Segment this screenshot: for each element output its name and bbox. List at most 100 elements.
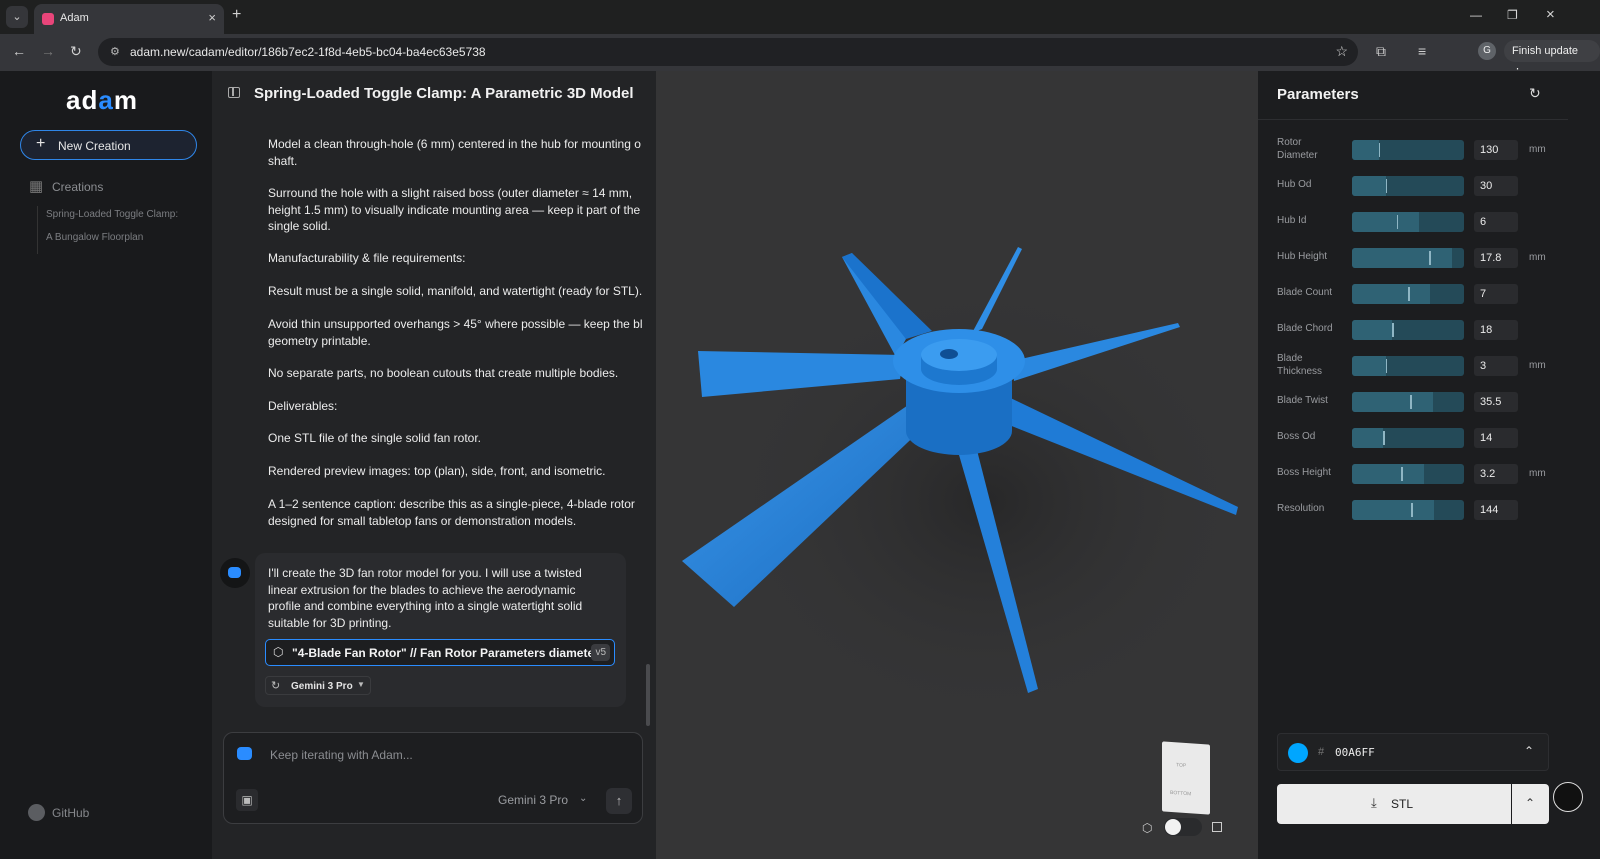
parameter-slider[interactable] [1352,212,1464,232]
creation-item[interactable]: Spring-Loaded Toggle Clamp: [46,209,178,220]
parameter-value-input[interactable]: 18 [1474,320,1518,340]
parameter-slider[interactable] [1352,464,1464,484]
code-version-chip[interactable]: ⬡ "4-Blade Fan Rotor" // Fan Rotor Param… [265,639,615,666]
parameter-row: Blade Count 7 [1258,278,1568,308]
parameter-slider[interactable] [1352,500,1464,520]
chevron-up-icon[interactable]: ⌃ [1524,744,1534,758]
tab-search-dropdown[interactable]: ⌄ [6,6,28,28]
refresh-icon: ↻ [271,680,281,692]
site-info-icon[interactable]: ⚙ [110,45,120,58]
parameter-value-input[interactable]: 14 [1474,428,1518,448]
new-creation-button[interactable]: + New Creation [20,130,197,160]
close-window-icon[interactable]: × [1546,6,1555,23]
extensions-icon[interactable]: ⧉ [1376,43,1386,60]
model-selector[interactable]: Gemini 3 Pro [498,793,568,807]
parameter-unit: mm [1529,468,1546,479]
parameter-slider[interactable] [1352,248,1464,268]
slider-thumb[interactable] [1396,215,1399,229]
sidebar-toggle-icon[interactable] [228,87,240,98]
adam-logo[interactable]: adam [66,85,138,116]
slider-thumb[interactable] [1383,431,1385,445]
parameter-value-input[interactable]: 35.5 [1474,392,1518,412]
chevron-down-icon[interactable]: ⌄ [579,793,587,804]
export-format-dropdown[interactable]: ⌃ [1512,784,1549,824]
back-icon[interactable]: ← [12,43,26,59]
parameter-slider[interactable] [1352,320,1464,340]
send-button[interactable]: ↑ [606,788,632,814]
profile-avatar[interactable]: G [1478,42,1496,60]
color-picker[interactable]: # 00A6FF ⌃ [1277,733,1549,771]
parameter-value-input[interactable]: 3 [1474,356,1518,376]
camera-mode-toggle[interactable] [1164,818,1202,836]
slider-fill [1352,428,1384,448]
slider-thumb[interactable] [1385,359,1388,373]
view-cube[interactable]: TOP BOTTOM [1162,741,1210,815]
chat-input[interactable]: Keep iterating with Adam... [270,748,413,762]
slider-thumb[interactable] [1378,143,1381,157]
slider-thumb[interactable] [1392,323,1394,337]
color-swatch[interactable] [1288,743,1308,763]
slider-fill [1352,392,1433,412]
page-scrollbar[interactable] [1568,71,1600,859]
parameter-value-input[interactable]: 7 [1474,284,1518,304]
model-name: Gemini 3 Pro [291,681,353,692]
reload-icon[interactable]: ↻ [70,43,82,60]
orthographic-icon[interactable] [1212,822,1222,832]
slider-thumb[interactable] [1411,503,1413,517]
parameter-value-input[interactable]: 144 [1474,500,1518,520]
slider-thumb[interactable] [1429,251,1431,265]
parameter-label: Resolution [1277,503,1325,514]
parameter-slider[interactable] [1352,140,1464,160]
export-stl-button[interactable]: ⤓ STL [1277,784,1511,824]
slider-fill [1352,176,1386,196]
slider-thumb[interactable] [1401,467,1403,481]
parameter-value-input[interactable]: 130 [1474,140,1518,160]
chat-scrollbar[interactable] [646,664,650,726]
logo-text-end: m [113,85,138,115]
code-chip-text: "4-Blade Fan Rotor" // Fan Rotor Paramet… [292,646,599,660]
minimize-icon[interactable]: — [1470,8,1482,22]
hash-label: # [1318,746,1325,758]
collapse-panel-button[interactable] [1553,782,1583,812]
parameter-slider[interactable] [1352,284,1464,304]
parameter-slider[interactable] [1352,428,1464,448]
restore-icon[interactable]: ❐ [1507,8,1518,22]
3d-viewport[interactable]: TOP BOTTOM ⬡ [656,71,1258,859]
reset-parameters-icon[interactable]: ↻ [1529,85,1541,102]
forward-icon[interactable]: → [41,43,55,59]
parameter-value-input[interactable]: 6 [1474,212,1518,232]
url-text[interactable]: adam.new/cadam/editor/186b7ec2-1f8d-4eb5… [130,45,486,59]
parameter-slider[interactable] [1352,176,1464,196]
user-message-paragraph: One STL file of the single solid fan rot… [268,431,482,445]
parameter-label: Blade Chord [1277,323,1333,334]
perspective-icon[interactable]: ⬡ [1142,821,1152,835]
slider-thumb[interactable] [1385,179,1388,193]
user-message-paragraph: Avoid thin unsupported overhangs > 45° w… [268,317,643,348]
parameter-label: Hub Id [1277,215,1307,226]
color-hex-input[interactable]: 00A6FF [1335,746,1375,759]
tab-close-icon[interactable]: × [208,10,216,25]
parameter-value-input[interactable]: 17.8 [1474,248,1518,268]
retry-model-selector[interactable]: ↻ Gemini 3 Pro ▼ [265,676,371,695]
creation-item[interactable]: A Bungalow Floorplan [46,232,143,243]
browser-tab[interactable]: Adam × [34,4,224,34]
slider-thumb[interactable] [1408,287,1410,301]
omnibox[interactable]: ⚙ adam.new/cadam/editor/186b7ec2-1f8d-4e… [98,38,1358,66]
image-upload-icon[interactable]: ▣ [236,789,258,811]
slider-fill [1352,464,1424,484]
parameter-value-input[interactable]: 30 [1474,176,1518,196]
user-message-paragraph: Deliverables: [268,399,338,413]
page-title[interactable]: Spring-Loaded Toggle Clamp: A Parametric… [254,85,634,102]
media-icon[interactable]: ≡ [1418,43,1426,59]
user-message-paragraph: Surround the hole with a slight raised b… [268,186,641,233]
slider-thumb[interactable] [1410,395,1412,409]
new-tab-icon[interactable]: + [232,6,241,24]
bookmark-star-icon[interactable]: ☆ [1335,43,1348,60]
parameter-slider[interactable] [1352,392,1464,412]
assistant-message: I'll create the 3D fan rotor model for y… [255,553,626,707]
parameter-value-input[interactable]: 3.2 [1474,464,1518,484]
finish-update-button[interactable]: Finish update ⋮ [1504,40,1600,79]
parameter-slider[interactable] [1352,356,1464,376]
parameter-row: Boss Height 3.2 mm [1258,458,1568,488]
new-creation-label: New Creation [58,139,131,153]
